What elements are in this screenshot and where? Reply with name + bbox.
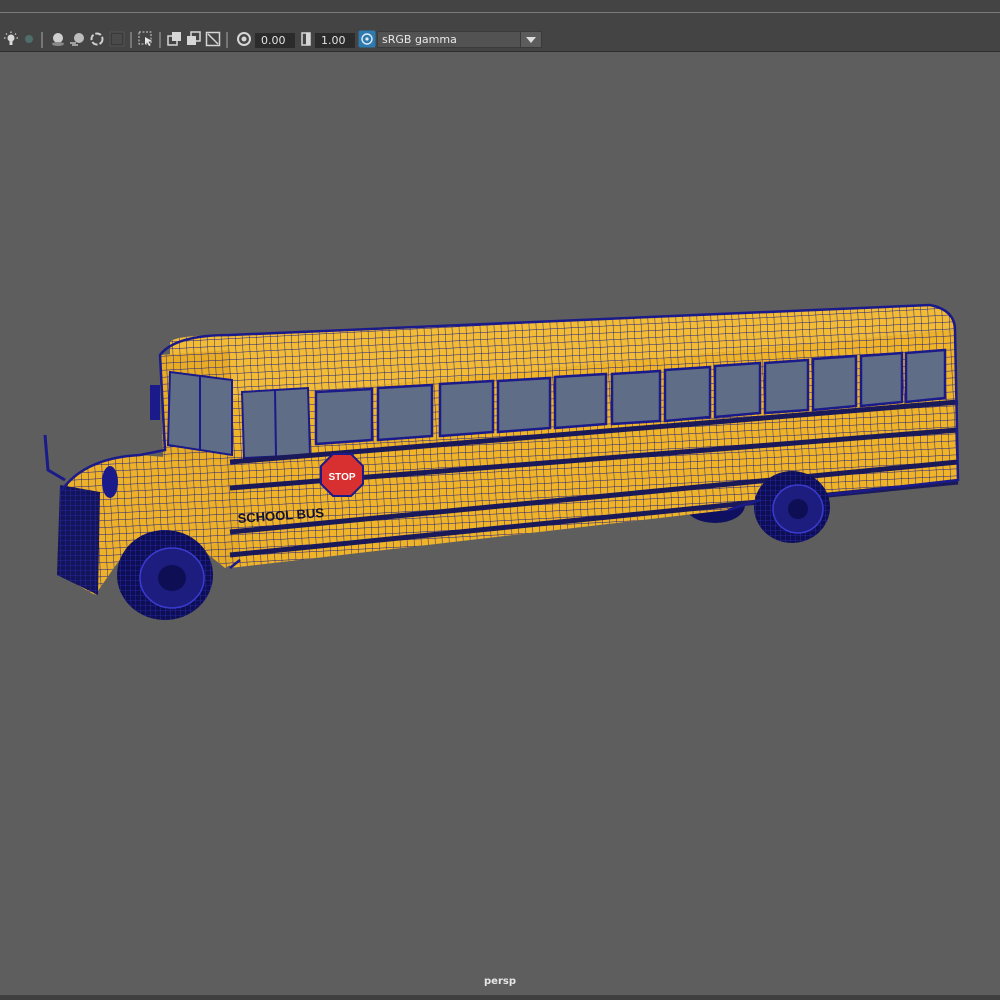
gamma-icon[interactable] [300,31,312,47]
light-bulb-icon[interactable] [3,31,19,47]
side-window [610,369,662,426]
xray-joints-icon[interactable] [186,31,202,47]
side-window [438,379,495,438]
bus-model-canvas[interactable]: STOP SCHOOL BUS [0,52,1000,996]
antialias-icon[interactable] [89,31,105,47]
toolbar-separator [130,32,132,48]
color-management-icon[interactable] [358,30,376,48]
exposure-icon[interactable] [236,31,252,47]
side-window [314,387,374,446]
isolate-select-icon[interactable] [138,31,154,47]
color-space-dropdown[interactable]: sRGB gamma [377,31,542,48]
side-window [713,361,762,419]
exposure-field[interactable]: 0.00 [255,33,295,48]
gamma-field[interactable]: 1.00 [315,33,355,48]
xray-icon[interactable] [167,31,183,47]
side-window [859,351,904,408]
stop-sign: STOP [320,453,364,497]
shadow-toggle-icon[interactable] [22,31,36,47]
stop-sign-text: STOP [328,472,355,483]
side-mirror [150,385,160,420]
side-window [496,376,552,434]
front-mirror-arm [43,434,66,482]
rear-wheel [754,471,830,543]
ambient-occlusion-icon[interactable] [50,31,66,47]
front-wheel [117,530,213,620]
toolbar-separator [159,32,161,48]
camera-name-label: persp [484,976,516,987]
front-mirror [102,466,118,498]
door-divider [274,389,277,457]
chevron-down-icon[interactable] [520,32,541,47]
side-window [904,348,947,404]
xray-active-icon[interactable] [205,31,221,47]
side-window [553,372,608,430]
menu-strip [0,0,1000,13]
side-window [811,354,858,412]
bus-grille-wire [57,485,100,595]
side-window [376,383,434,442]
side-window [663,365,712,423]
motion-blur-icon[interactable] [70,31,86,47]
side-window [763,358,810,415]
viewport-bottom-bar [0,995,1000,1000]
toolbar-separator [41,32,43,48]
color-space-label: sRGB gamma [382,33,457,46]
school-bus-model[interactable]: STOP SCHOOL BUS [43,303,960,620]
perspective-viewport[interactable]: STOP SCHOOL BUS [0,52,1000,996]
textured-icon[interactable] [109,31,125,47]
toolbar-separator [226,32,228,48]
